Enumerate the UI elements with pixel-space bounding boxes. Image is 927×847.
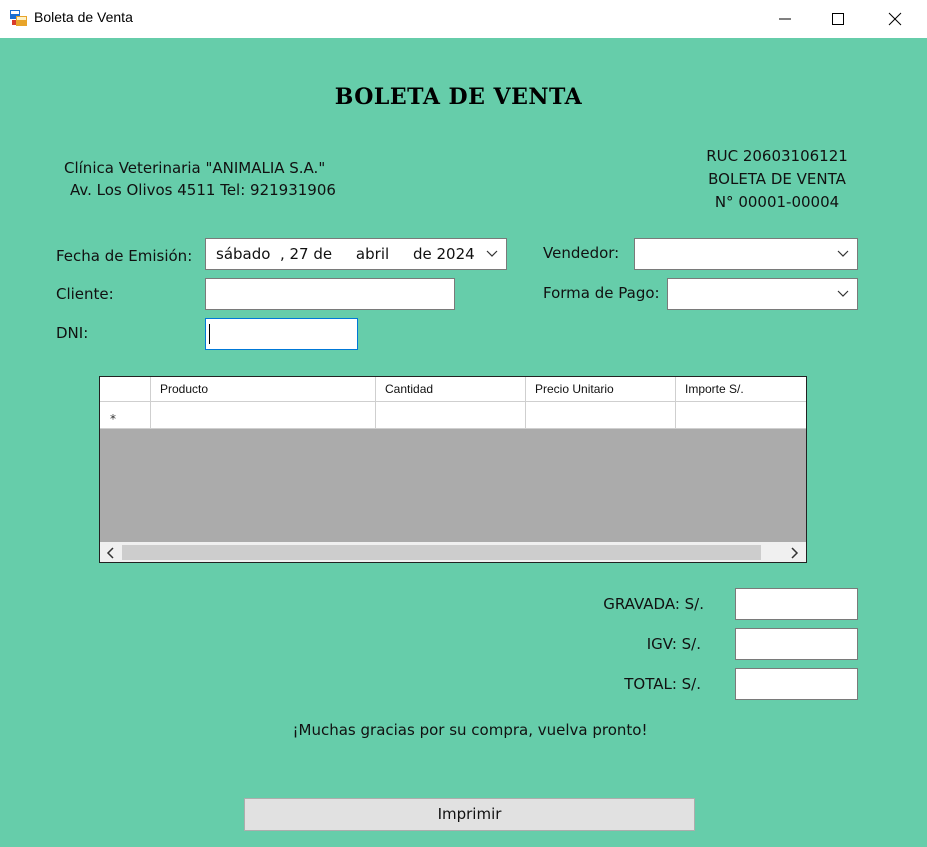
title-bar: Boleta de Venta xyxy=(0,0,927,38)
table-row-new: * xyxy=(100,402,806,429)
gravada-label: GRAVADA: S/. xyxy=(603,595,704,613)
document-type: BOLETA DE VENTA xyxy=(708,170,846,188)
chevron-down-icon xyxy=(837,250,849,257)
horizontal-scrollbar[interactable] xyxy=(100,542,806,562)
maximize-button[interactable] xyxy=(815,0,861,38)
igv-input[interactable] xyxy=(735,628,858,660)
document-info: RUC 20603106121 BOLETA DE VENTA N° 00001… xyxy=(696,145,858,214)
scroll-right-icon[interactable] xyxy=(786,545,802,561)
maximize-icon xyxy=(832,13,844,25)
fecha-value: sábado , 27 de abril de 2024 xyxy=(216,245,475,263)
precio-unitario-cell[interactable] xyxy=(526,402,676,429)
importe-cell[interactable] xyxy=(676,402,806,429)
row-header-corner xyxy=(100,377,151,401)
forma-pago-select[interactable] xyxy=(667,278,858,310)
minimize-button[interactable] xyxy=(762,0,808,38)
text-cursor xyxy=(209,324,210,344)
total-label: TOTAL: S/. xyxy=(624,675,701,693)
company-address: Av. Los Olivos 4511 Tel: 921931906 xyxy=(70,181,336,199)
column-header-producto[interactable]: Producto xyxy=(151,377,376,401)
new-row-marker: * xyxy=(110,412,116,426)
column-header-cantidad[interactable]: Cantidad xyxy=(376,377,526,401)
cantidad-cell[interactable] xyxy=(376,402,526,429)
gravada-input[interactable] xyxy=(735,588,858,620)
cliente-input[interactable] xyxy=(205,278,455,310)
forma-pago-label: Forma de Pago: xyxy=(543,284,660,302)
fecha-datepicker[interactable]: sábado , 27 de abril de 2024 xyxy=(205,238,507,270)
window-title: Boleta de Venta xyxy=(34,9,133,25)
scroll-left-icon[interactable] xyxy=(103,545,119,561)
chevron-down-icon xyxy=(837,290,849,297)
thanks-message: ¡Muchas gracias por su compra, vuelva pr… xyxy=(292,721,648,739)
row-header-cell[interactable]: * xyxy=(100,402,151,429)
igv-label: IGV: S/. xyxy=(646,635,701,653)
document-number: N° 00001-00004 xyxy=(714,193,840,211)
vendedor-select[interactable] xyxy=(634,238,858,270)
ruc-number: RUC 20603106121 xyxy=(706,147,848,165)
column-header-importe[interactable]: Importe S/. xyxy=(676,377,806,401)
total-input[interactable] xyxy=(735,668,858,700)
app-icon xyxy=(10,10,27,26)
producto-cell[interactable] xyxy=(151,402,376,429)
grid-header: Producto Cantidad Precio Unitario Import… xyxy=(100,377,806,402)
vendedor-label: Vendedor: xyxy=(543,244,620,262)
minimize-icon xyxy=(779,18,791,20)
dni-label: DNI: xyxy=(56,324,89,342)
print-button[interactable]: Imprimir xyxy=(244,798,695,831)
products-datagrid[interactable]: Producto Cantidad Precio Unitario Import… xyxy=(99,376,807,563)
page-title: BOLETA DE VENTA xyxy=(334,84,583,110)
company-name: Clínica Veterinaria "ANIMALIA S.A." xyxy=(64,159,326,177)
company-info: Clínica Veterinaria "ANIMALIA S.A." Av. … xyxy=(64,157,336,201)
dni-input[interactable] xyxy=(205,318,358,350)
fecha-label: Fecha de Emisión: xyxy=(56,247,193,265)
scrollbar-thumb[interactable] xyxy=(122,545,761,560)
cliente-label: Cliente: xyxy=(56,285,114,303)
close-icon xyxy=(888,12,902,26)
close-button[interactable] xyxy=(872,0,918,38)
chevron-down-icon xyxy=(486,250,498,257)
column-header-precio-unitario[interactable]: Precio Unitario xyxy=(526,377,676,401)
